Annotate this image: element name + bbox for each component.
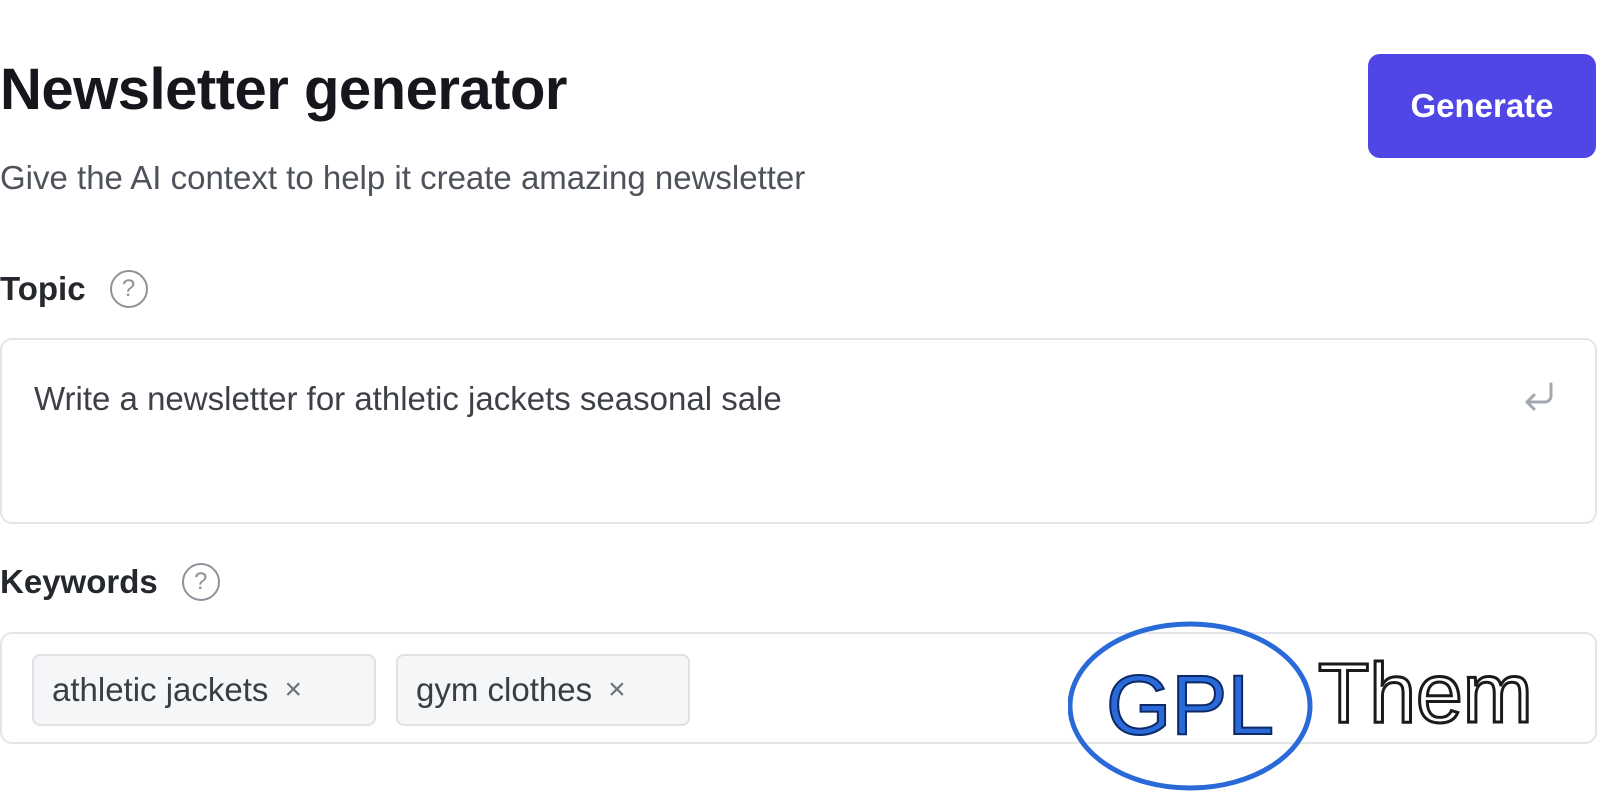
watermark-gpl-text: GPL [1106, 658, 1274, 752]
keyword-chip-label: gym clothes [416, 671, 593, 708]
help-icon[interactable]: ? [181, 563, 220, 601]
watermark-them-text: Them [1318, 646, 1533, 740]
newsletter-generator-page: Newsletter generator Give the AI context… [0, 0, 1600, 800]
close-icon[interactable]: × [284, 675, 302, 705]
topic-label-row: Topic ? [0, 270, 148, 308]
keywords-label: Keywords [0, 563, 158, 600]
generate-button[interactable]: Generate [1368, 54, 1596, 158]
keyword-chip-label: athletic jackets [52, 671, 269, 708]
watermark-logo: GPL Them [1068, 621, 1534, 791]
keywords-label-row: Keywords ? [0, 563, 220, 601]
keyword-chip: gym clothes × [396, 654, 690, 726]
keyword-chip: athletic jackets × [32, 654, 376, 726]
topic-label: Topic [0, 270, 86, 307]
page-subtitle: Give the AI context to help it create am… [0, 159, 806, 196]
topic-input[interactable]: Write a newsletter for athletic jackets … [0, 338, 1597, 524]
help-icon[interactable]: ? [109, 270, 148, 308]
enter-return-icon[interactable] [1519, 376, 1559, 416]
page-title: Newsletter generator [0, 57, 567, 122]
close-icon[interactable]: × [608, 675, 626, 705]
topic-input-value: Write a newsletter for athletic jackets … [34, 380, 782, 417]
